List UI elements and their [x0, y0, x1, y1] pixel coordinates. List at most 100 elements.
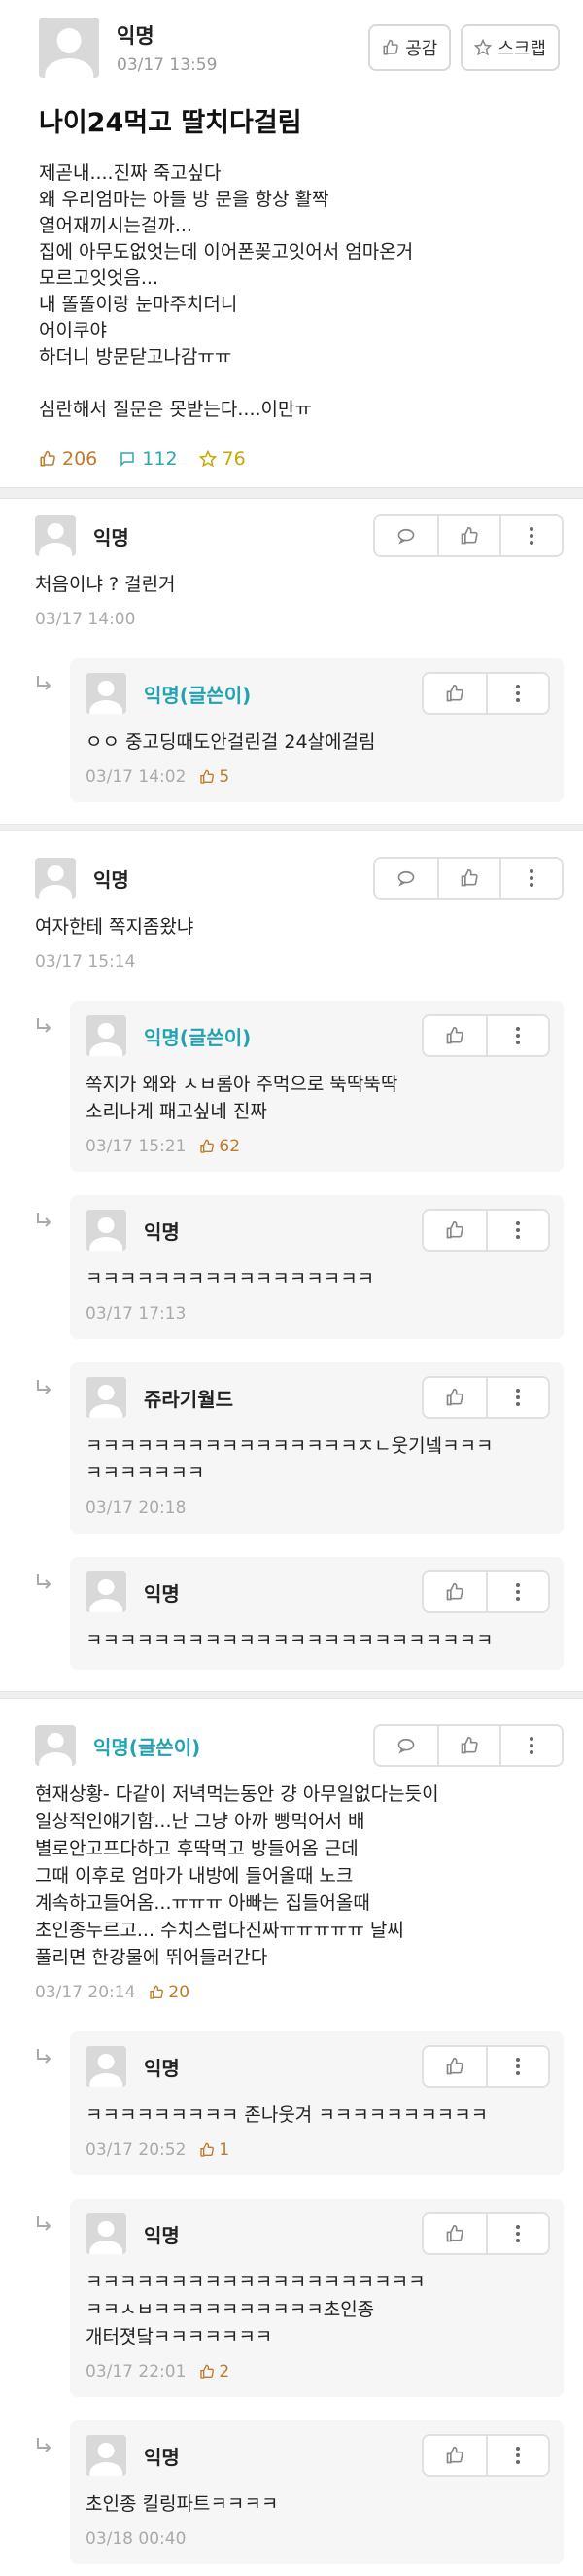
- like-button[interactable]: [437, 859, 499, 898]
- post-author: 익명: [117, 24, 154, 48]
- comment-actions: [422, 672, 550, 715]
- post-header: 익명 03/17 13:59 공감 스크랩: [39, 18, 560, 78]
- thumbs-up-icon: [199, 2364, 215, 2380]
- comment-author: 익명(글쓴이): [144, 683, 252, 707]
- thumbs-up-icon: [445, 684, 464, 703]
- comment-actions: [422, 2045, 550, 2088]
- comment-text: 처음이냐 ? 걸린거: [35, 571, 564, 598]
- comment-text-line: 여자한테 쪽지좀왔냐: [35, 916, 194, 937]
- comment-author: 익명: [93, 867, 129, 892]
- comment-time: 03/17 20:52: [86, 2140, 187, 2160]
- comment-footer: 03/17 14:00: [35, 610, 564, 629]
- avatar-icon: [86, 1210, 126, 1251]
- comment-author: 익명: [144, 1581, 180, 1606]
- reply-comment: 익명 ㅋㅋㅋㅋㅋㅋㅋㅋㅋㅋㅋㅋㅋㅋㅋㅋㅋㅋㅋㅋㅋㅋㅋㅋ: [70, 1557, 564, 1670]
- star-icon: [198, 450, 217, 468]
- comment-header: 익명: [86, 1570, 550, 1613]
- like-button[interactable]: [437, 516, 499, 555]
- comment-actions: [422, 1570, 550, 1613]
- like-button[interactable]: [424, 2047, 486, 2086]
- comment-text-line: 풀리면 한강물에 뛰어들러간다: [35, 1947, 268, 1968]
- more-button[interactable]: [499, 516, 562, 555]
- avatar-icon: [86, 1571, 126, 1612]
- comment-header: 익명(글쓴이): [35, 1724, 564, 1767]
- more-vertical-icon: [515, 2224, 521, 2243]
- like-button[interactable]: [424, 1211, 486, 1250]
- more-button[interactable]: [486, 2214, 548, 2253]
- post-body-line: 왜 우리엄마는 아들 방 문을 항상 활짝: [39, 189, 329, 210]
- comment-actions: [422, 1209, 550, 1252]
- like-button[interactable]: [424, 674, 486, 713]
- more-button[interactable]: [486, 1016, 548, 1055]
- like-button-label: 공감: [405, 39, 438, 59]
- reply-row: 익명(글쓴이) ㅇㅇ 중고딩때도안걸린걸 24살에걸림 03/17 14:02 5: [0, 647, 583, 814]
- more-button[interactable]: [486, 1572, 548, 1611]
- comment-text-line: ㅋㅋㅋㅋㅋㅋㅋㅋㅋㅋㅋㅋㅋㅋㅋㅋㅋ: [86, 1268, 375, 1289]
- thumbs-up-icon: [445, 1582, 464, 1602]
- comment-time: 03/17 17:13: [86, 1304, 187, 1323]
- thumbs-up-icon: [199, 1139, 215, 1154]
- comment-text: ㅇㅇ 중고딩때도안걸린걸 24살에걸림: [86, 728, 550, 756]
- avatar-icon: [86, 2435, 126, 2476]
- avatar-icon: [35, 1725, 76, 1766]
- like-count: 206: [39, 448, 97, 470]
- comment-text-line: ㅋㅋㅋㅋㅋㅋㅋㅋㅋ 존나웃겨 ㅋㅋㅋㅋㅋㅋㅋㅋㅋㅋ: [86, 2104, 489, 2126]
- like-button[interactable]: [437, 1726, 499, 1765]
- more-button[interactable]: [486, 2436, 548, 2475]
- reply-button[interactable]: [375, 1726, 437, 1765]
- avatar-icon: [86, 2046, 126, 2087]
- comment-time: 03/17 14:02: [86, 767, 187, 787]
- comment-like-count: 1: [199, 2140, 229, 2160]
- comment-like-value: 20: [168, 1983, 190, 2002]
- more-button[interactable]: [486, 1378, 548, 1417]
- reply-button[interactable]: [375, 516, 437, 555]
- reply-button[interactable]: [375, 859, 437, 898]
- comment-actions: [422, 2434, 550, 2477]
- comment-text-line: 별로안고프다하고 후딱먹고 방들어옴 근데: [35, 1838, 359, 1859]
- thread-separator: [0, 824, 583, 831]
- more-button[interactable]: [486, 2047, 548, 2086]
- like-button[interactable]: 공감: [368, 24, 452, 71]
- thumbs-up-icon: [199, 2142, 215, 2158]
- like-button[interactable]: [424, 1378, 486, 1417]
- comment-text-line: 소리나게 패고싶네 진짜: [86, 1101, 267, 1122]
- thumbs-up-icon: [460, 526, 479, 546]
- comment-text-line: 현재상황- 다같이 저녁먹는동안 걍 아무일없다는듯이: [35, 1783, 439, 1805]
- like-button[interactable]: [424, 2214, 486, 2253]
- like-button[interactable]: [424, 2436, 486, 2475]
- thumbs-up-icon: [199, 769, 215, 785]
- comment-text-line: 초인종누르고... 수치스럽다진짜ㅠㅠㅠㅠㅠ 날씨: [35, 1920, 404, 1941]
- comment-text: 여자한테 쪽지좀왔냐: [35, 913, 564, 940]
- more-button[interactable]: [486, 674, 548, 713]
- scrap-count-value: 76: [222, 448, 246, 470]
- speech-bubble-icon: [396, 1736, 416, 1755]
- post-body-line: 집에 아무도없엇는데 이어폰꽂고잇어서 엄마온거: [39, 241, 414, 263]
- reply-arrow-icon: [35, 2031, 70, 2175]
- more-vertical-icon: [529, 1736, 534, 1755]
- comment-text: 쪽지가 왜와 ㅅㅂ롬아 주먹으로 뚝딱뚝딱 소리나게 패고싶네 진짜: [86, 1071, 550, 1125]
- comment-text: ㅋㅋㅋㅋㅋㅋㅋㅋㅋㅋㅋㅋㅋㅋㅋㅋㅋㅋㅋㅋ ㅋㅋㅅㅂㅋㅋㅋㅋㅋㅋㅋㅋㅋㅋ초인종 개터졋…: [86, 2269, 550, 2350]
- post-stats: 206 112 76: [39, 448, 560, 470]
- like-button[interactable]: [424, 1572, 486, 1611]
- comment-text-line: 처음이냐 ? 걸린거: [35, 574, 176, 595]
- like-count-value: 206: [62, 448, 98, 470]
- comment-time: 03/17 15:21: [86, 1137, 187, 1156]
- comment-footer: 03/17 20:52 1: [86, 2140, 550, 2160]
- comment-text-line: ㅋㅋㅋㅋㅋㅋㅋ: [86, 1463, 205, 1484]
- thumbs-up-icon: [445, 1388, 464, 1407]
- reply-arrow-icon: [35, 1001, 70, 1172]
- comment-author: 익명(글쓴이): [144, 1025, 252, 1049]
- comment: 익명 처음이냐 ? 걸린거 03/17 14:00: [0, 499, 583, 647]
- scrap-count: 76: [198, 448, 246, 470]
- more-button[interactable]: [499, 1726, 562, 1765]
- more-vertical-icon: [515, 1582, 521, 1602]
- comment-text: ㅋㅋㅋㅋㅋㅋㅋㅋㅋㅋㅋㅋㅋㅋㅋㅋㅋㅋㅋㅋㅋㅋㅋㅋ: [86, 1627, 550, 1654]
- comment-actions: [373, 857, 564, 900]
- more-button[interactable]: [499, 859, 562, 898]
- comment-author: 익명(글쓴이): [93, 1735, 201, 1759]
- comment-actions: [373, 1724, 564, 1767]
- like-button[interactable]: [424, 1016, 486, 1055]
- avatar-icon: [86, 1377, 126, 1418]
- more-button[interactable]: [486, 1211, 548, 1250]
- scrap-button[interactable]: 스크랩: [461, 24, 560, 71]
